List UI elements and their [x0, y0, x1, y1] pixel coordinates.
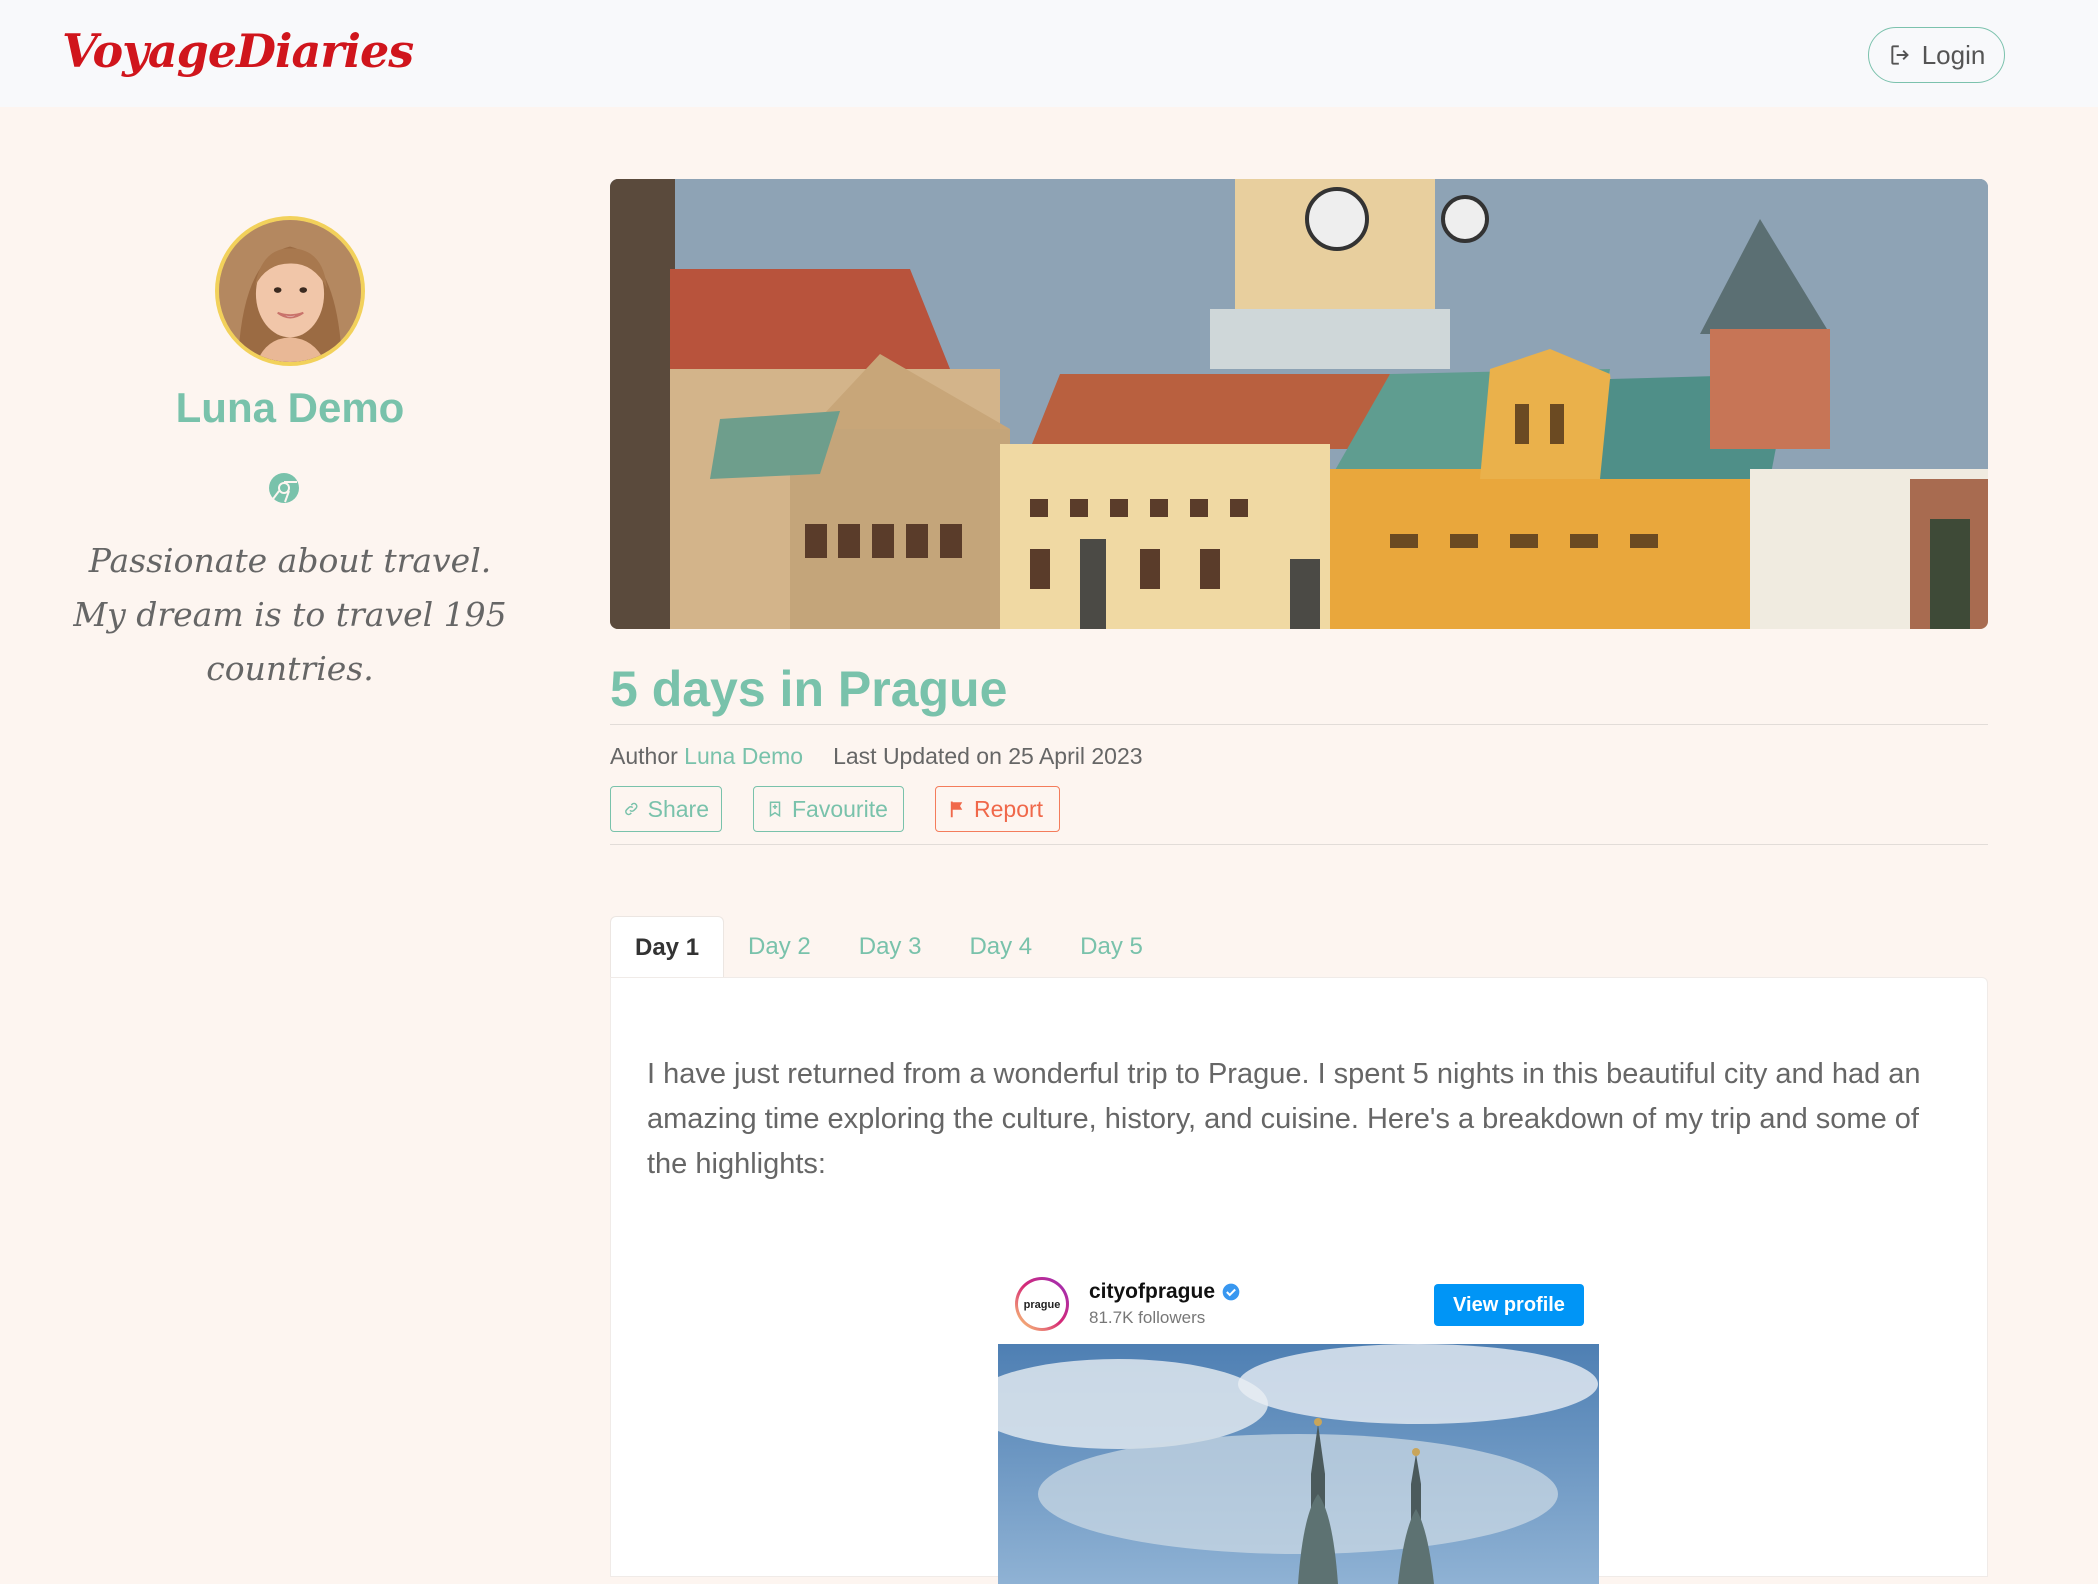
author-bio: Passionate about travel. My dream is to … — [73, 541, 507, 688]
link-icon — [625, 802, 638, 816]
author-link[interactable]: Luna Demo — [684, 743, 803, 769]
divider — [610, 724, 1988, 725]
share-label: Share — [647, 795, 709, 822]
instagram-username-row[interactable]: cityofprague — [1089, 1280, 1241, 1304]
favourite-label: Favourite — [792, 795, 888, 822]
instagram-avatar-text: prague — [1024, 1299, 1061, 1311]
login-label: Login — [1921, 39, 1986, 70]
bookmark-icon — [769, 801, 781, 818]
tab-day-4[interactable]: Day 4 — [945, 916, 1056, 978]
post-title: 5 days in Prague — [610, 661, 1008, 717]
login-icon — [1891, 45, 1909, 65]
site-logo[interactable]: VoyageDiaries — [62, 24, 414, 78]
view-profile-button[interactable]: View profile — [1434, 1284, 1584, 1326]
report-button[interactable]: Report — [935, 786, 1060, 832]
author-avatar[interactable] — [215, 216, 365, 366]
author-line: Author Luna Demo — [610, 743, 803, 770]
tab-day-1[interactable]: Day 1 — [610, 916, 725, 978]
instagram-username: cityofprague — [1089, 1280, 1216, 1303]
tab-day-3[interactable]: Day 3 — [835, 916, 946, 978]
author-label: Author — [610, 743, 678, 769]
last-updated: Last Updated on 25 April 2023 — [833, 743, 1143, 769]
navbar: VoyageDiaries Login — [0, 0, 2098, 107]
post-meta: Author Luna Demo Last Updated on 25 Apri… — [610, 743, 1143, 770]
flag-icon — [950, 801, 963, 818]
day-tabs: Day 1 Day 2 Day 3 Day 4 Day 5 — [610, 916, 1167, 978]
divider — [610, 844, 1988, 845]
post-actions: Share Favourite Report — [610, 786, 1060, 832]
verified-badge-icon — [1222, 1283, 1240, 1301]
instagram-photo[interactable] — [998, 1344, 1599, 1584]
instagram-followers: 81.7K followers — [1089, 1308, 1206, 1327]
post-intro: I have just returned from a wonderful tr… — [647, 1058, 1921, 1180]
instagram-avatar[interactable]: prague — [1014, 1276, 1070, 1332]
login-button[interactable]: Login — [1868, 27, 2005, 83]
report-label: Report — [974, 795, 1044, 822]
share-button[interactable]: Share — [610, 786, 722, 832]
author-name: Luna Demo — [175, 384, 405, 431]
chrome-icon[interactable] — [268, 472, 300, 504]
tab-day-2[interactable]: Day 2 — [724, 916, 835, 978]
favourite-button[interactable]: Favourite — [753, 786, 904, 832]
tab-panel-day-1: I have just returned from a wonderful tr… — [610, 977, 1988, 1584]
tab-day-5[interactable]: Day 5 — [1056, 916, 1167, 978]
hero-image — [610, 179, 1988, 629]
